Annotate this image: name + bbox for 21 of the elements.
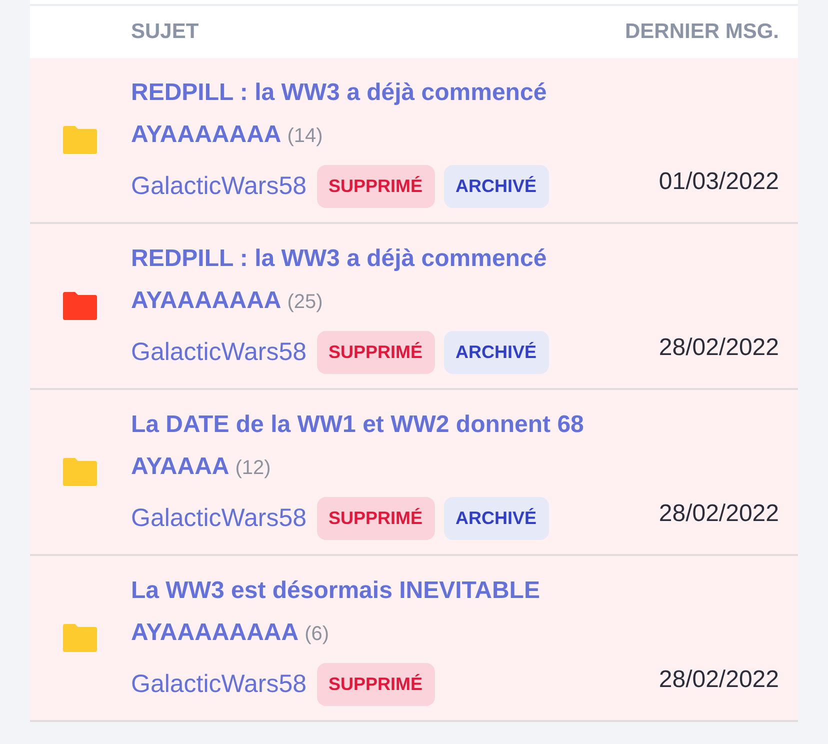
status-badge: SUPPRIMÉ xyxy=(316,663,435,706)
status-badge: ARCHIVÉ xyxy=(444,497,549,540)
topic-title[interactable]: REDPILL : la WW3 a déjà commencé AYAAAAAAA (14) xyxy=(131,72,611,157)
last-message-date: 01/03/2022 xyxy=(658,167,779,197)
topic-title[interactable]: La WW3 est désormais INEVITABLE AYAAAAAAAA (6) xyxy=(131,570,611,655)
last-message-date: 28/02/2022 xyxy=(658,333,779,363)
status-badge: ARCHIVÉ xyxy=(444,165,549,208)
topic-title[interactable]: La DATE de la WW1 et WW2 donnent 68 AYAAAA (12) xyxy=(131,404,611,489)
column-header: DERNIER MSG. xyxy=(624,19,779,46)
status-badge: ARCHIVÉ xyxy=(444,331,549,374)
author-link[interactable]: GalacticWars58 xyxy=(131,500,307,538)
status-badge: SUPPRIMÉ xyxy=(316,497,435,540)
last-message-date: 28/02/2022 xyxy=(658,665,779,695)
last-message-date: 28/02/2022 xyxy=(658,499,779,529)
status-badge: SUPPRIMÉ xyxy=(316,331,435,374)
column-header: SUJET xyxy=(131,19,199,46)
author-link[interactable]: GalacticWars58 xyxy=(131,334,307,372)
author-link[interactable]: GalacticWars58 xyxy=(131,168,307,206)
author-link[interactable]: GalacticWars58 xyxy=(131,666,307,704)
topic-title[interactable]: REDPILL : la WW3 a déjà commencé AYAAAAAAA (25) xyxy=(131,238,611,323)
status-badge: SUPPRIMÉ xyxy=(316,165,435,208)
